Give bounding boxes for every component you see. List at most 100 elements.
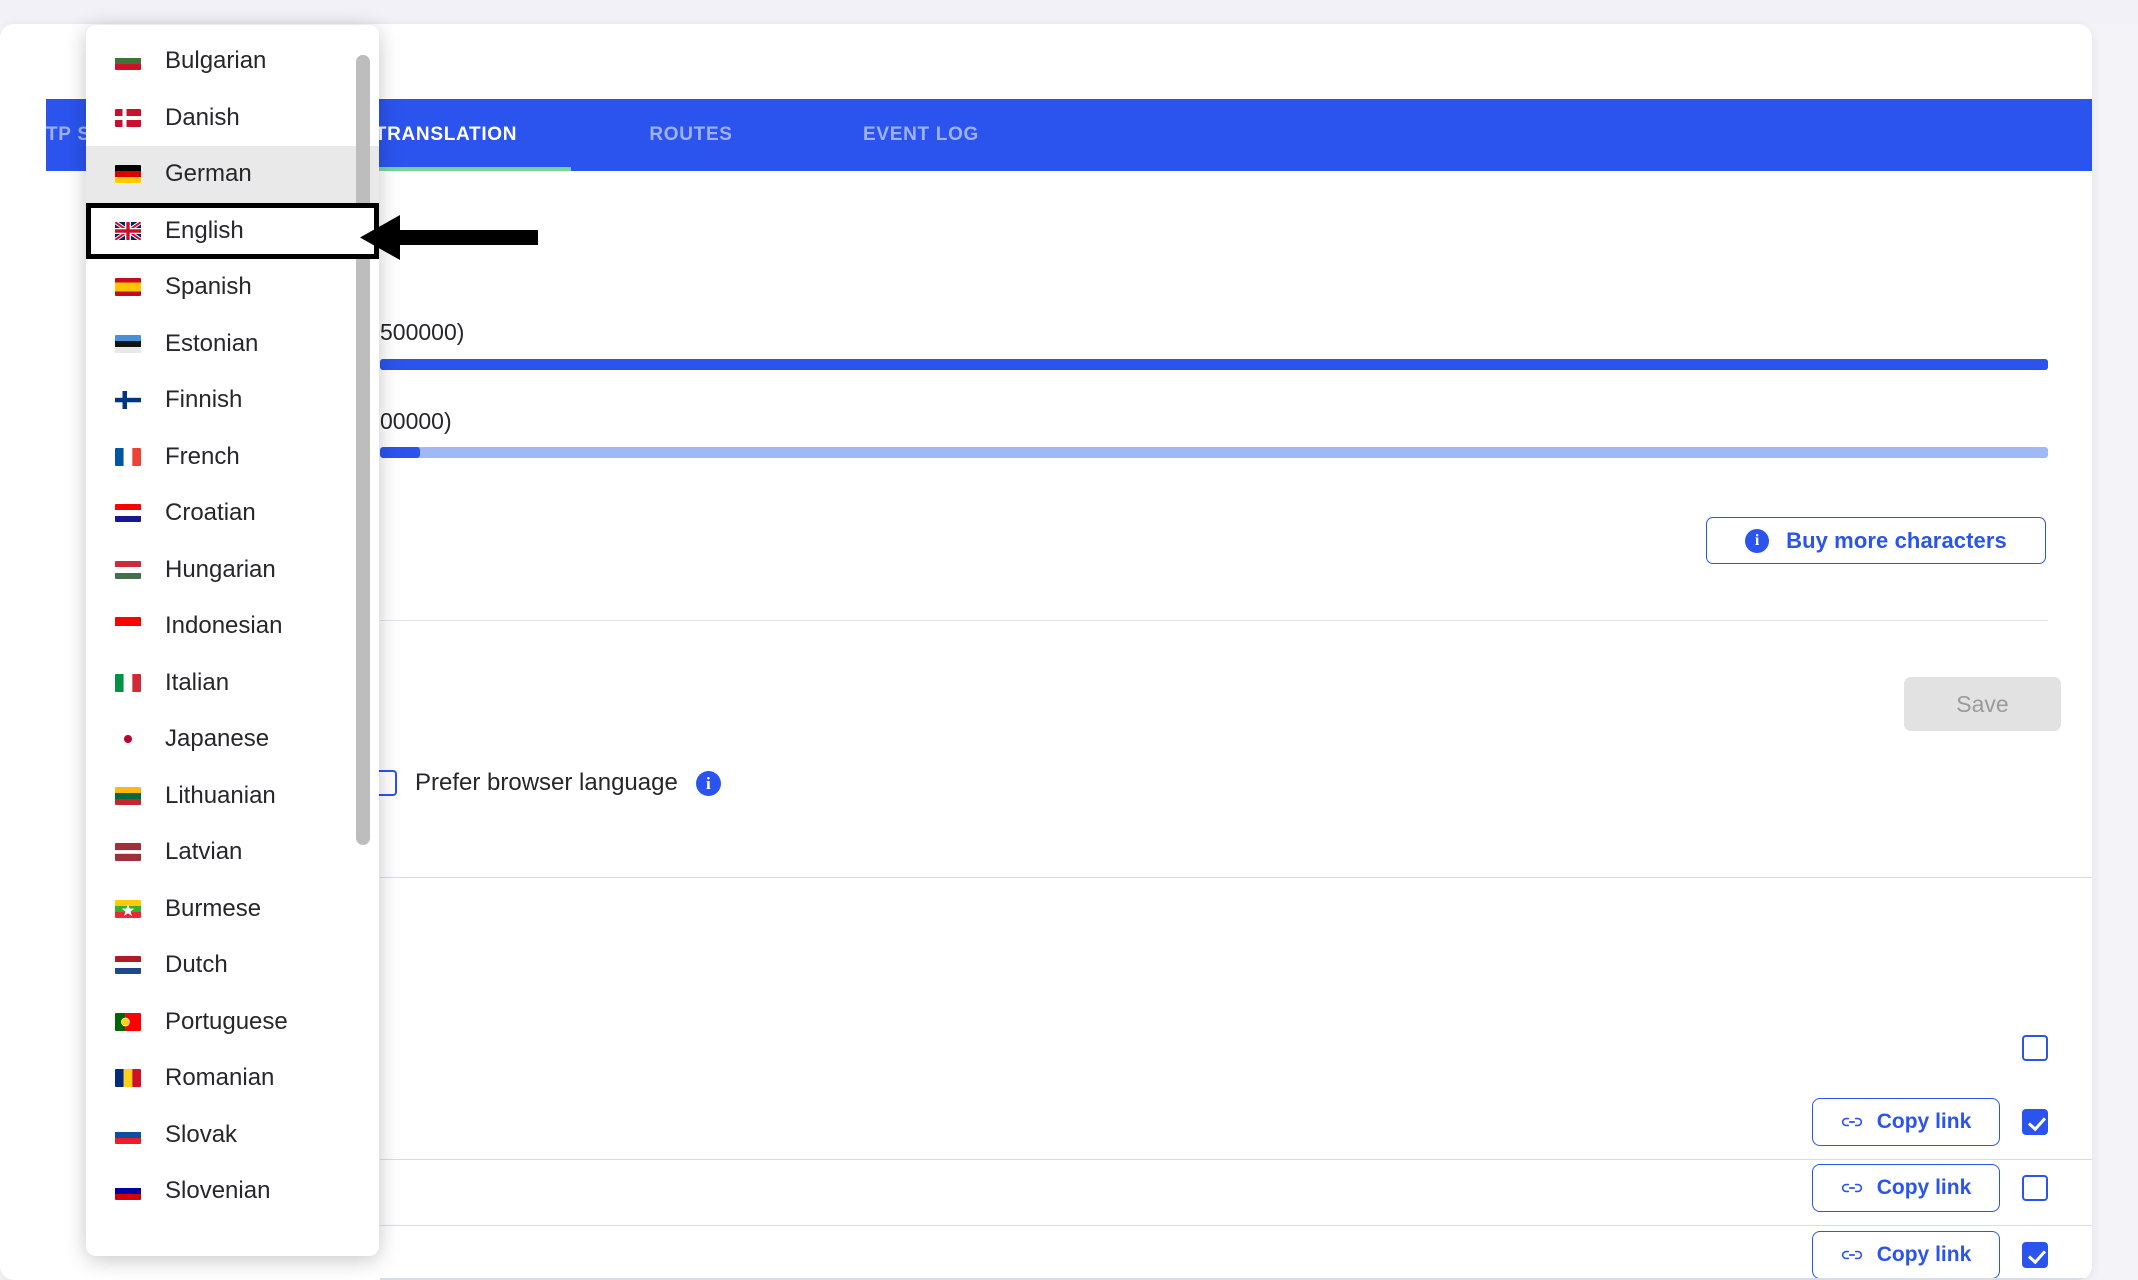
language-option-label: Italian bbox=[165, 668, 230, 696]
character-usage-block: 500000) 00000) bbox=[380, 319, 2048, 459]
language-option-burmese[interactable]: Burmese bbox=[86, 881, 379, 938]
flag-icon-dk bbox=[115, 108, 141, 127]
language-option-label: Dutch bbox=[165, 951, 228, 979]
language-option-label: Finnish bbox=[165, 386, 243, 414]
language-option-dutch[interactable]: Dutch bbox=[86, 937, 379, 994]
language-option-estonian[interactable]: Estonian bbox=[86, 316, 379, 373]
row-checkbox[interactable] bbox=[2022, 1175, 2048, 1201]
language-option-portuguese[interactable]: Portuguese bbox=[86, 994, 379, 1051]
language-option-croatian[interactable]: Croatian bbox=[86, 485, 379, 542]
flag-icon-de bbox=[115, 165, 141, 184]
flag-icon-sk bbox=[115, 1125, 141, 1144]
language-option-label: Japanese bbox=[165, 725, 270, 753]
language-option-french[interactable]: French bbox=[86, 429, 379, 486]
flag-icon-ee bbox=[115, 334, 141, 353]
language-option-label: Estonian bbox=[165, 329, 259, 357]
flag-icon-si bbox=[115, 1182, 141, 1201]
language-option-hungarian[interactable]: Hungarian bbox=[86, 542, 379, 599]
language-option-label: English bbox=[165, 216, 244, 244]
prefer-browser-language-row: Prefer browser language i bbox=[371, 769, 721, 797]
language-option-german[interactable]: German bbox=[86, 146, 379, 203]
copy-link-label: Copy link bbox=[1876, 1110, 1972, 1133]
usage-row-1-label: 500000) bbox=[380, 319, 465, 345]
language-option-spanish[interactable]: Spanish bbox=[86, 259, 379, 316]
copy-link-label: Copy link bbox=[1876, 1243, 1972, 1266]
language-option-list: Bulgarian Danish German English Spanish Est… bbox=[86, 25, 379, 1220]
language-option-label: Portuguese bbox=[165, 1007, 288, 1035]
table-row: Copy link bbox=[380, 1098, 2092, 1146]
flag-icon-fr bbox=[115, 447, 141, 466]
flag-icon-ro bbox=[115, 1069, 141, 1088]
flag-icon-lt bbox=[115, 786, 141, 805]
copy-link-button[interactable]: Copy link bbox=[1812, 1164, 2000, 1212]
tab-routes[interactable]: ROUTES bbox=[601, 99, 781, 171]
divider-row-3 bbox=[380, 1225, 2092, 1226]
language-option-label: Latvian bbox=[165, 838, 243, 866]
language-option-finnish[interactable]: Finnish bbox=[86, 372, 379, 429]
flag-icon-pt bbox=[115, 1012, 141, 1031]
link-icon bbox=[1841, 1183, 1862, 1193]
language-option-latvian[interactable]: Latvian bbox=[86, 824, 379, 881]
language-option-japanese[interactable]: Japanese bbox=[86, 711, 379, 768]
divider-under-prefer bbox=[380, 877, 2092, 878]
flag-icon-hr bbox=[115, 504, 141, 523]
language-option-label: Romanian bbox=[165, 1064, 275, 1092]
flag-icon-id bbox=[115, 617, 141, 636]
usage-progress-fill-1 bbox=[380, 358, 2048, 370]
table-row: Copy link bbox=[380, 1164, 2092, 1212]
usage-progress-fill-2 bbox=[380, 447, 421, 459]
language-option-label: Indonesian bbox=[165, 612, 283, 640]
usage-progress-bar-2 bbox=[380, 447, 2048, 459]
language-option-slovak[interactable]: Slovak bbox=[86, 1107, 379, 1164]
tab-event-log-label: EVENT LOG bbox=[862, 124, 980, 145]
info-icon: i bbox=[1745, 528, 1770, 553]
divider-above-save bbox=[380, 620, 2048, 621]
language-option-danish[interactable]: Danish bbox=[86, 90, 379, 147]
flag-icon-hu bbox=[115, 560, 141, 579]
flag-icon-gb bbox=[115, 221, 141, 240]
row-checkbox[interactable] bbox=[2022, 1035, 2048, 1061]
table-row bbox=[380, 1026, 2092, 1070]
language-option-english[interactable]: English bbox=[86, 202, 379, 259]
language-option-italian[interactable]: Italian bbox=[86, 655, 379, 712]
flag-icon-it bbox=[115, 673, 141, 692]
language-option-romanian[interactable]: Romanian bbox=[86, 1050, 379, 1107]
language-option-label: Bulgarian bbox=[165, 47, 267, 75]
row-checkbox[interactable] bbox=[2022, 1109, 2048, 1135]
page-top-strip bbox=[0, 0, 2138, 24]
dropdown-scrollbar-thumb[interactable] bbox=[356, 55, 370, 845]
language-option-indonesian[interactable]: Indonesian bbox=[86, 598, 379, 655]
link-icon bbox=[1841, 1250, 1862, 1260]
language-option-lithuanian[interactable]: Lithuanian bbox=[86, 768, 379, 825]
flag-icon-fi bbox=[115, 391, 141, 410]
flag-icon-bg bbox=[115, 52, 141, 71]
language-option-label: Burmese bbox=[165, 894, 262, 922]
flag-icon-lv bbox=[115, 843, 141, 862]
tab-translation-label: TRANSLATION bbox=[374, 124, 518, 145]
tab-routes-label: ROUTES bbox=[649, 124, 733, 145]
copy-link-placeholder bbox=[1812, 1024, 2000, 1072]
row-checkbox[interactable] bbox=[2022, 1242, 2048, 1268]
table-row: Copy link bbox=[380, 1231, 2092, 1279]
buy-more-characters-button[interactable]: i Buy more characters bbox=[1706, 517, 2046, 564]
flag-icon-jp bbox=[115, 730, 141, 749]
copy-link-button[interactable]: Copy link bbox=[1812, 1098, 2000, 1146]
prefer-browser-language-label: Prefer browser language bbox=[415, 769, 678, 796]
usage-progress-bar-1 bbox=[380, 358, 2048, 370]
language-option-label: Danish bbox=[165, 103, 240, 131]
language-option-bulgarian[interactable]: Bulgarian bbox=[86, 33, 379, 90]
tab-event-log[interactable]: EVENT LOG bbox=[811, 99, 1031, 171]
link-icon bbox=[1841, 1117, 1862, 1127]
copy-link-button[interactable]: Copy link bbox=[1812, 1231, 2000, 1279]
divider-row-2 bbox=[380, 1159, 2092, 1160]
language-dropdown[interactable]: Bulgarian Danish German English Spanish Est… bbox=[86, 25, 379, 1256]
save-button[interactable]: Save bbox=[1904, 677, 2061, 731]
usage-row-2-label: 00000) bbox=[380, 407, 452, 434]
copy-link-label: Copy link bbox=[1876, 1176, 1972, 1199]
language-option-label: Slovak bbox=[165, 1120, 238, 1148]
language-option-label: Croatian bbox=[165, 499, 256, 527]
language-option-slovenian[interactable]: Slovenian bbox=[86, 1163, 379, 1220]
language-option-label: Slovenian bbox=[165, 1177, 271, 1205]
info-icon[interactable]: i bbox=[695, 770, 721, 796]
language-option-label: German bbox=[165, 160, 252, 188]
